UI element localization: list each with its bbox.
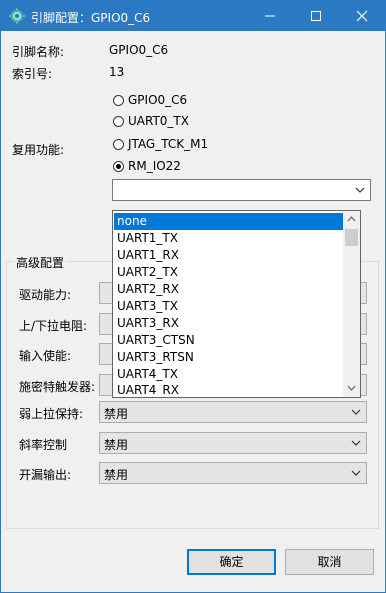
pull-resistor-label: 上/下拉电阻: [19,319,88,333]
radio-circle [113,138,124,150]
radio-label: GPIO0_C6 [128,93,188,107]
weak-pull-keep-label: 弱上拉保持: [19,407,84,421]
cancel-button[interactable]: 取消 [285,549,374,575]
minimize-icon [265,15,275,17]
scroll-up-arrow-icon[interactable] [347,216,356,222]
dropdown-item[interactable]: UART3_RTSN [114,349,343,366]
chevron-down-icon [351,470,361,476]
dropdown-item[interactable]: UART1_RX [114,247,343,264]
open-drain-label: 开漏输出: [19,468,72,482]
dropdown-item[interactable]: UART1_TX [114,230,343,247]
ok-button[interactable]: 确定 [187,549,276,575]
chevron-down-icon [355,187,365,193]
mux-function-label: 复用功能: [12,143,65,157]
chevron-down-icon [351,409,361,415]
gear-icon [9,8,25,24]
maximize-button[interactable] [293,1,339,31]
schmitt-trigger-label: 施密特触发器: [19,380,96,394]
index-value: 13 [109,65,125,79]
dropdown-item[interactable]: UART3_CTSN [114,332,343,349]
radio-rm-io22[interactable]: RM_IO22 [113,157,181,175]
slew-rate-select[interactable]: 禁用 [99,432,367,454]
index-label: 索引号: [12,67,53,81]
select-value: 禁用 [104,468,129,482]
pin-config-dialog: 引脚配置：GPIO0_C6 引脚名称: GPIO0_C6 索引号: 13 复用功… [0,0,386,593]
dropdown-item[interactable]: UART2_RX [114,281,343,298]
radio-gpio0-c6[interactable]: GPIO0_C6 [113,91,187,109]
open-drain-select[interactable]: 禁用 [99,462,367,484]
title-bar[interactable]: 引脚配置：GPIO0_C6 [1,1,385,31]
select-value: 禁用 [104,438,129,452]
dropdown-item[interactable]: UART3_TX [114,298,343,315]
pin-name-value: GPIO0_C6 [109,43,169,57]
weak-pull-keep-select[interactable]: 禁用 [99,401,367,423]
scroll-down-arrow-icon[interactable] [347,385,356,391]
function-dropdown-list[interactable]: none UART1_TX UART1_RX UART2_TX UART2_RX… [112,210,361,398]
dropdown-scrollbar[interactable] [343,211,360,397]
slew-rate-label: 斜率控制 [19,438,68,452]
pin-name-label: 引脚名称: [12,45,65,59]
dropdown-item[interactable]: UART4_RX [114,383,343,396]
radio-label: JTAG_TCK_M1 [128,137,209,151]
drive-strength-label: 驱动能力: [19,288,72,302]
radio-circle [113,115,124,127]
radio-circle-checked [113,160,124,172]
dropdown-item[interactable]: UART3_RX [114,315,343,332]
scrollbar-thumb[interactable] [345,229,358,246]
maximize-icon [311,11,321,21]
advanced-config-title: 高级配置 [14,254,67,271]
chevron-down-icon [351,440,361,446]
close-icon [356,10,368,22]
dropdown-item[interactable]: UART2_TX [114,264,343,281]
radio-uart0-tx[interactable]: UART0_TX [113,112,189,130]
input-enable-label: 输入使能: [19,349,72,363]
radio-circle [113,94,124,106]
select-value: 禁用 [104,407,129,421]
radio-label: UART0_TX [128,114,189,128]
close-button[interactable] [339,1,385,31]
minimize-button[interactable] [247,1,293,31]
radio-label: RM_IO22 [128,159,181,173]
dropdown-item[interactable]: UART4_TX [114,366,343,383]
dropdown-item[interactable]: none [114,213,343,230]
window-title: 引脚配置：GPIO0_C6 [31,11,151,25]
radio-jtag-tck-m1[interactable]: JTAG_TCK_M1 [113,135,208,153]
rm-function-select[interactable] [112,179,371,201]
